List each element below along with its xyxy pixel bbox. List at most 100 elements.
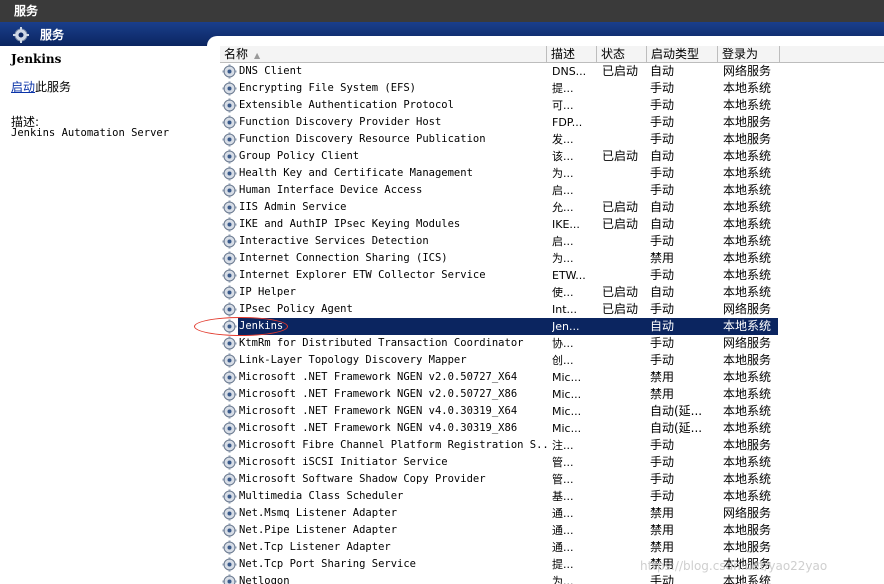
cell-logon-as: 本地系统 — [723, 251, 772, 265]
service-gear-icon — [222, 217, 237, 232]
cell-description: 管... — [552, 456, 574, 469]
selected-service-name: Jenkins — [11, 52, 62, 66]
table-row[interactable]: Link-Layer Topology Discovery Mapper 创...… — [220, 352, 884, 369]
cell-status — [602, 573, 648, 584]
column-header-description[interactable]: 描述 — [547, 46, 597, 62]
cell-startup-type: 手动 — [650, 574, 675, 584]
table-row[interactable]: DNS Client DNS... 已启动 自动 网络服务 — [220, 63, 884, 80]
table-row[interactable]: Net.Pipe Listener Adapter 通... 禁用 本地服务 — [220, 522, 884, 539]
table-row[interactable]: Encrypting File System (EFS) 提... 手动 本地系统 — [220, 80, 884, 97]
cell-name: Interactive Services Detection — [239, 235, 429, 247]
cell-status — [602, 250, 648, 267]
cell-name: Internet Explorer ETW Collector Service — [239, 269, 486, 281]
services-list[interactable]: 名称 ▲ 描述 状态 启动类型 登录为 DNS Client DNS... 已启动 自动… — [220, 46, 884, 584]
table-row[interactable]: KtmRm for Distributed Transaction Coordi… — [220, 335, 884, 352]
table-row[interactable]: Net.Msmq Listener Adapter 通... 禁用 网络服务 — [220, 505, 884, 522]
table-row[interactable]: Group Policy Client 该... 已启动 自动 本地系统 — [220, 148, 884, 165]
cell-status — [602, 539, 648, 556]
watermark: https://blog.csdn.net/yao22yao — [640, 559, 828, 573]
table-row[interactable]: Microsoft Fibre Channel Platform Registr… — [220, 437, 884, 454]
table-row[interactable]: Interactive Services Detection 启... 手动 本地系统 — [220, 233, 884, 250]
start-service-link[interactable]: 启动 — [11, 80, 35, 94]
cell-name: Microsoft .NET Framework NGEN v2.0.50727… — [239, 388, 518, 400]
cell-logon-as: 网络服务 — [723, 64, 772, 78]
cell-name: Function Discovery Provider Host — [239, 116, 442, 128]
service-gear-icon — [222, 64, 237, 79]
table-row[interactable]: Function Discovery Resource Publication 发… — [220, 131, 884, 148]
cell-description: 启... — [552, 235, 574, 248]
cell-logon-as: 本地系统 — [723, 404, 772, 418]
cell-startup-type: 自动 — [650, 319, 675, 333]
cell-description: Mic... — [552, 422, 582, 435]
cell-status — [602, 97, 648, 114]
cell-logon-as: 本地服务 — [723, 353, 772, 367]
service-gear-icon — [222, 81, 237, 96]
cell-startup-type: 手动 — [650, 132, 675, 146]
details-pane: Jenkins 启动此服务 描述: Jenkins Automation Ser… — [0, 46, 210, 584]
table-row[interactable]: Microsoft .NET Framework NGEN v4.0.30319… — [220, 420, 884, 437]
cell-startup-type: 自动(延... — [650, 421, 703, 435]
table-row[interactable]: Net.Tcp Listener Adapter 通... 禁用 本地服务 — [220, 539, 884, 556]
column-header-startup-type[interactable]: 启动类型 — [647, 46, 718, 62]
cell-status: 已启动 — [602, 302, 639, 316]
cell-name: Function Discovery Resource Publication — [239, 133, 486, 145]
table-row[interactable]: Extensible Authentication Protocol 可... 手动… — [220, 97, 884, 114]
cell-startup-type: 自动 — [650, 285, 675, 299]
table-row[interactable]: Microsoft Software Shadow Copy Provider 管… — [220, 471, 884, 488]
cell-logon-as: 本地系统 — [723, 217, 772, 231]
cell-name: DNS Client — [239, 65, 303, 77]
cell-status: 已启动 — [602, 64, 639, 78]
column-header-status[interactable]: 状态 — [597, 46, 647, 62]
service-gear-icon — [222, 523, 237, 538]
service-gear-icon — [222, 319, 237, 334]
service-gear-icon — [222, 421, 237, 436]
service-gear-icon — [222, 387, 237, 402]
table-row[interactable]: Internet Explorer ETW Collector Service E… — [220, 267, 884, 284]
service-gear-icon — [222, 251, 237, 266]
cell-name: IPsec Policy Agent — [239, 303, 353, 315]
cell-logon-as: 本地服务 — [723, 540, 772, 554]
cell-status — [602, 437, 648, 454]
cell-name: Net.Pipe Listener Adapter — [239, 524, 398, 536]
table-row[interactable]: Microsoft .NET Framework NGEN v2.0.50727… — [220, 369, 884, 386]
service-gear-icon — [222, 285, 237, 300]
table-row[interactable]: Microsoft .NET Framework NGEN v2.0.50727… — [220, 386, 884, 403]
service-gear-icon — [222, 115, 237, 130]
table-row[interactable]: Health Key and Certificate Management 为..… — [220, 165, 884, 182]
table-row[interactable]: Jenkins Jen... 自动 本地系统 — [220, 318, 884, 335]
table-row[interactable]: Microsoft .NET Framework NGEN v4.0.30319… — [220, 403, 884, 420]
cell-logon-as: 本地系统 — [723, 166, 772, 180]
cell-logon-as: 本地服务 — [723, 132, 772, 146]
cell-description: 为... — [552, 167, 574, 180]
cell-description: Int... — [552, 303, 578, 316]
cell-description: Jen... — [552, 320, 580, 333]
cell-status — [602, 267, 648, 284]
table-row[interactable]: Microsoft iSCSI Initiator Service 管... 手动 本… — [220, 454, 884, 471]
service-rows: DNS Client DNS... 已启动 自动 网络服务 Encrypting File… — [220, 63, 884, 584]
table-row[interactable]: IKE and AuthIP IPsec Keying Modules IKE..… — [220, 216, 884, 233]
table-row[interactable]: IIS Admin Service 允... 已启动 自动 本地系统 — [220, 199, 884, 216]
cell-startup-type: 禁用 — [650, 540, 675, 554]
cell-startup-type: 手动 — [650, 115, 675, 129]
cell-logon-as: 本地服务 — [723, 523, 772, 537]
table-row[interactable]: Netlogon 为... 手动 本地系统 — [220, 573, 884, 584]
column-header-name[interactable]: 名称 ▲ — [220, 46, 547, 62]
cell-name: IKE and AuthIP IPsec Keying Modules — [239, 218, 461, 230]
cell-startup-type: 自动 — [650, 149, 675, 163]
table-row[interactable]: Multimedia Class Scheduler 基... 手动 本地系统 — [220, 488, 884, 505]
table-row[interactable]: Internet Connection Sharing (ICS) 为... 禁用 本… — [220, 250, 884, 267]
cell-description: Mic... — [552, 371, 582, 384]
column-header-logon-as[interactable]: 登录为 — [718, 46, 780, 62]
cell-logon-as: 本地系统 — [723, 285, 772, 299]
cell-logon-as: 本地系统 — [723, 455, 772, 469]
table-row[interactable]: Human Interface Device Access 启... 手动 本地系统 — [220, 182, 884, 199]
cell-name: Extensible Authentication Protocol — [239, 99, 454, 111]
table-row[interactable]: IP Helper 使... 已启动 自动 本地系统 — [220, 284, 884, 301]
cell-status — [602, 471, 648, 488]
service-gear-icon — [222, 200, 237, 215]
table-row[interactable]: IPsec Policy Agent Int... 已启动 手动 网络服务 — [220, 301, 884, 318]
service-gear-icon — [222, 336, 237, 351]
cell-startup-type: 手动 — [650, 268, 675, 282]
cell-logon-as: 本地系统 — [723, 183, 772, 197]
table-row[interactable]: Function Discovery Provider Host FDP... 手动… — [220, 114, 884, 131]
